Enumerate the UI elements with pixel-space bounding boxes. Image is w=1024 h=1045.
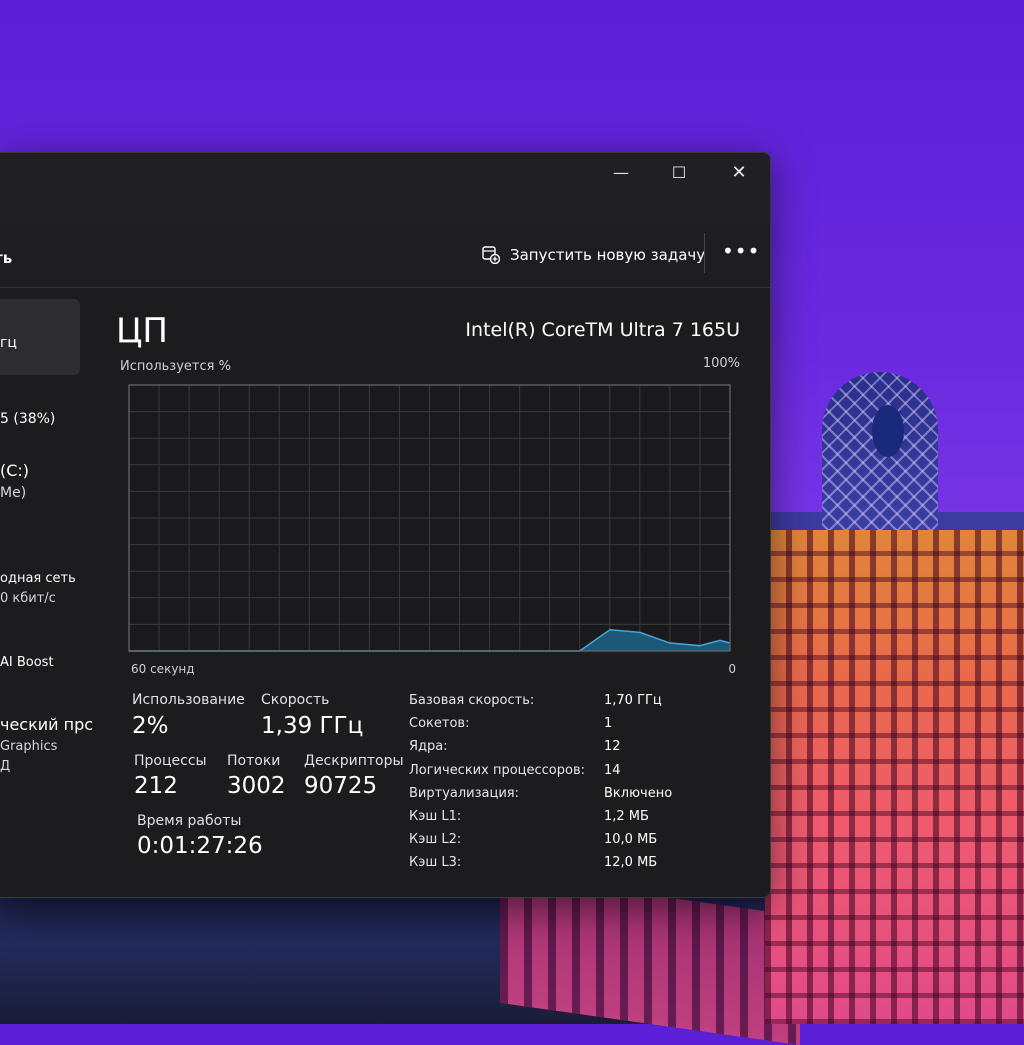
speed-stat-label: Скорость <box>261 692 330 708</box>
run-new-task-label: Запустить новую задачу <box>510 246 706 264</box>
cpu-model-name: Intel(R) CoreTM Ultra 7 165U <box>465 319 740 341</box>
spec-label: Сокетов: <box>409 716 470 731</box>
sidebar-item-label: AI Boost <box>0 655 54 670</box>
spec-label: Кэш L1: <box>409 809 462 824</box>
wallpaper-building-right <box>765 530 1024 1024</box>
spec-value: 1,2 МБ <box>604 809 649 824</box>
sidebar-item-label: одная сеть <box>0 571 76 586</box>
sidebar-item-label: 5 (38%) <box>0 411 56 427</box>
wallpaper-tower <box>822 372 938 542</box>
sidebar-item-sublabel: 0 кбит/с <box>0 591 56 606</box>
close-button[interactable]: ✕ <box>722 157 756 189</box>
spec-label: Базовая скорость: <box>409 693 535 708</box>
task-manager-window: — ☐ ✕ ть Запустить новую задачу ••• гц 5… <box>0 152 771 898</box>
usage-stat-label: Использование <box>132 692 245 708</box>
spec-label: Виртуализация: <box>409 786 519 801</box>
sidebar-item-cpu[interactable]: гц <box>0 299 80 375</box>
spec-label: Ядра: <box>409 739 448 754</box>
spec-value: 12,0 МБ <box>604 855 658 870</box>
title-bar: — ☐ ✕ <box>0 153 770 223</box>
command-bar: ть Запустить новую задачу ••• <box>0 223 770 288</box>
sidebar-item-label: (C:) <box>0 461 30 480</box>
more-options-button[interactable]: ••• <box>722 241 759 267</box>
processes-stat-value: 212 <box>134 773 178 799</box>
speed-stat-value: 1,39 ГГц <box>261 713 364 739</box>
performance-sidebar: гц 5 (38%) (C:) Me) одная сеть 0 кбит/с … <box>0 287 100 897</box>
graph-zero-label: 0 <box>728 662 736 676</box>
page-heading: ЦП <box>116 311 168 351</box>
sidebar-item-sublabel: Д <box>0 759 11 774</box>
processes-stat-label: Процессы <box>134 753 207 769</box>
spec-value: 12 <box>604 739 621 754</box>
usage-stat-value: 2% <box>132 713 169 739</box>
uptime-stat-value: 0:01:27:26 <box>137 833 263 859</box>
new-task-icon <box>482 246 500 264</box>
graph-usage-label: Используется % <box>120 359 231 374</box>
cpu-usage-graph <box>128 384 731 652</box>
wallpaper-tower-window <box>872 405 904 457</box>
sidebar-item-label: гц <box>0 335 17 351</box>
divider <box>704 233 705 273</box>
page-title: ть <box>0 249 13 267</box>
graph-time-span-label: 60 секунд <box>131 662 195 676</box>
uptime-stat-label: Время работы <box>137 813 242 829</box>
minimize-button[interactable]: — <box>604 157 638 189</box>
sidebar-item-label: ческий прс <box>0 715 94 734</box>
threads-stat-label: Потоки <box>227 753 281 769</box>
threads-stat-value: 3002 <box>227 773 286 799</box>
spec-value: 1,70 ГГц <box>604 693 662 708</box>
spec-value: 10,0 МБ <box>604 832 658 847</box>
sidebar-item-sublabel: Graphics <box>0 739 58 754</box>
spec-label: Логических процессоров: <box>409 763 586 778</box>
run-new-task-button[interactable]: Запустить новую задачу <box>482 241 705 269</box>
handles-stat-label: Дескрипторы <box>304 753 404 769</box>
handles-stat-value: 90725 <box>304 773 378 799</box>
graph-max-label: 100% <box>702 356 740 371</box>
spec-label: Кэш L3: <box>409 855 462 870</box>
spec-value: Включено <box>604 786 673 801</box>
maximize-button[interactable]: ☐ <box>662 157 696 189</box>
sidebar-item-sublabel: Me) <box>0 485 27 501</box>
spec-value: 1 <box>604 716 613 731</box>
spec-value: 14 <box>604 763 621 778</box>
spec-label: Кэш L2: <box>409 832 462 847</box>
